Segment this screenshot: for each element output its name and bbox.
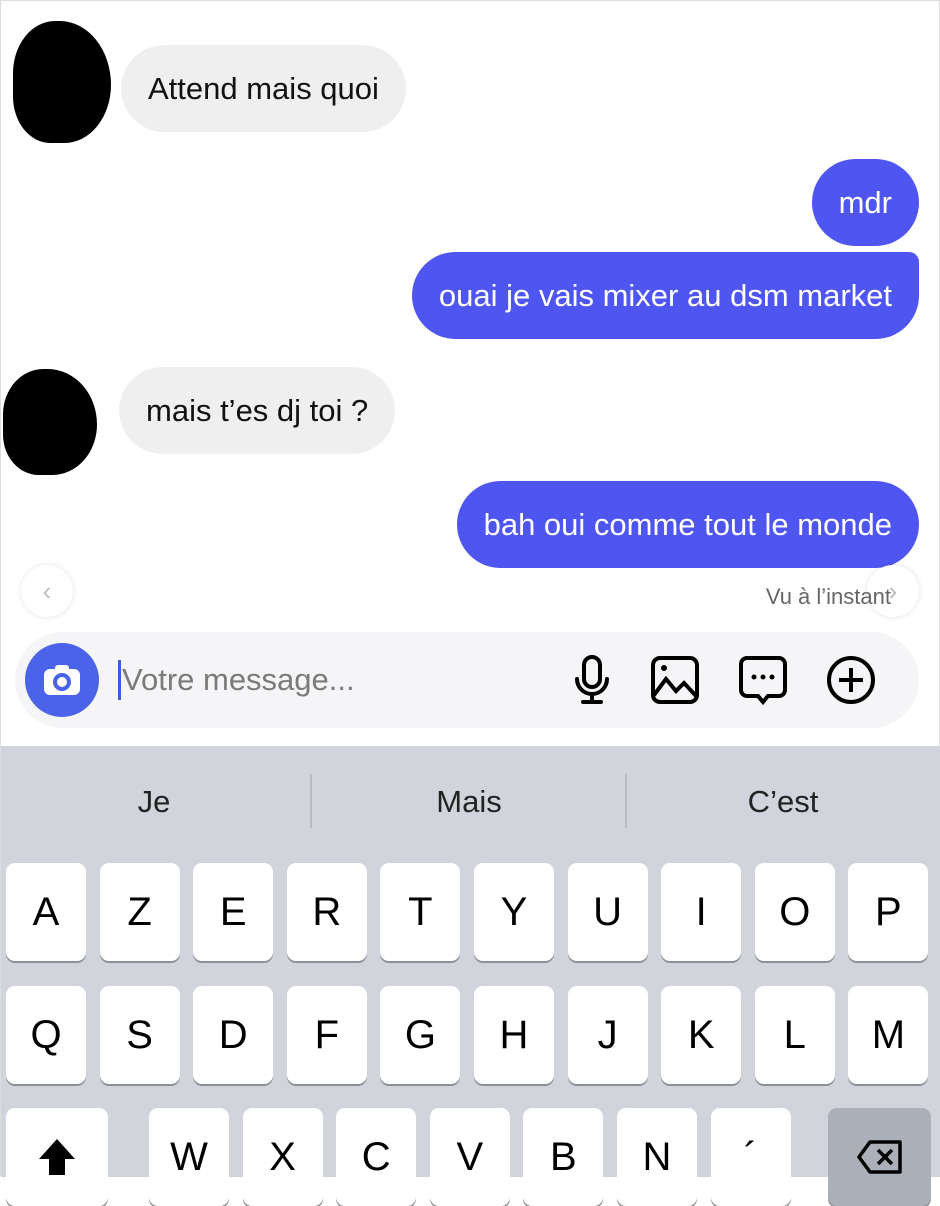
backspace-key[interactable] [828, 1108, 931, 1206]
keyboard: Je Mais C’est AZERTYUIOP QSDFGHJKLM WXCVBN… [1, 746, 940, 1206]
avatar-redacted [3, 369, 97, 475]
suggestion[interactable]: Je [138, 784, 171, 820]
key-R[interactable]: R [286, 863, 367, 961]
key-Y[interactable]: Y [474, 863, 554, 961]
text-cursor [118, 660, 121, 700]
key-C[interactable]: C [336, 1108, 417, 1206]
key-J[interactable]: J [567, 986, 648, 1084]
key-W[interactable]: W [149, 1108, 229, 1206]
key-S[interactable]: S [99, 986, 180, 1084]
message-sent: bah oui comme tout le monde [456, 481, 919, 568]
key-Q[interactable]: Q [6, 986, 86, 1084]
key-G[interactable]: G [380, 986, 461, 1084]
key-F[interactable]: F [286, 986, 367, 1084]
key-D[interactable]: D [193, 986, 274, 1084]
key-B[interactable]: B [523, 1108, 604, 1206]
seen-status: Vu à l’instant [765, 584, 891, 609]
previous-chevron-button[interactable]: ‹ [21, 565, 73, 617]
image-gallery-icon[interactable] [650, 655, 700, 705]
chat-bubble-icon[interactable] [738, 655, 788, 705]
divider [625, 774, 627, 828]
key-N[interactable]: N [617, 1108, 697, 1206]
shift-key[interactable] [6, 1108, 108, 1206]
key-V[interactable]: V [429, 1108, 510, 1206]
message-received: mais t’es dj toi ? [119, 367, 396, 454]
shift-arrow-icon [39, 1139, 75, 1175]
suggestion[interactable]: Mais [436, 784, 501, 820]
divider [310, 774, 312, 828]
key-I[interactable]: I [661, 863, 742, 961]
key-O[interactable]: O [754, 863, 835, 961]
key-X[interactable]: X [242, 1108, 323, 1206]
add-plus-icon[interactable] [826, 655, 876, 705]
message-received: Attend mais quoi [121, 45, 406, 132]
key-A[interactable]: A [6, 863, 86, 961]
camera-icon [44, 665, 80, 695]
key-H[interactable]: H [474, 986, 554, 1084]
backspace-icon [856, 1140, 902, 1174]
avatar-redacted [13, 21, 111, 143]
microphone-icon[interactable] [567, 655, 617, 705]
message-sent: ouai je vais mixer au dsm market [411, 252, 919, 339]
key-K[interactable]: K [661, 986, 742, 1084]
key-E[interactable]: E [193, 863, 274, 961]
key-P[interactable]: P [848, 863, 929, 961]
key-U[interactable]: U [567, 863, 648, 961]
camera-button[interactable] [25, 643, 99, 717]
key-M[interactable]: M [848, 986, 929, 1084]
message-sent: mdr [811, 159, 919, 246]
key-L[interactable]: L [754, 986, 835, 1084]
key-´[interactable]: ´ [710, 1108, 791, 1206]
key-Z[interactable]: Z [99, 863, 180, 961]
key-T[interactable]: T [380, 863, 461, 961]
suggestion[interactable]: C’est [748, 784, 819, 820]
message-input[interactable] [122, 657, 542, 703]
